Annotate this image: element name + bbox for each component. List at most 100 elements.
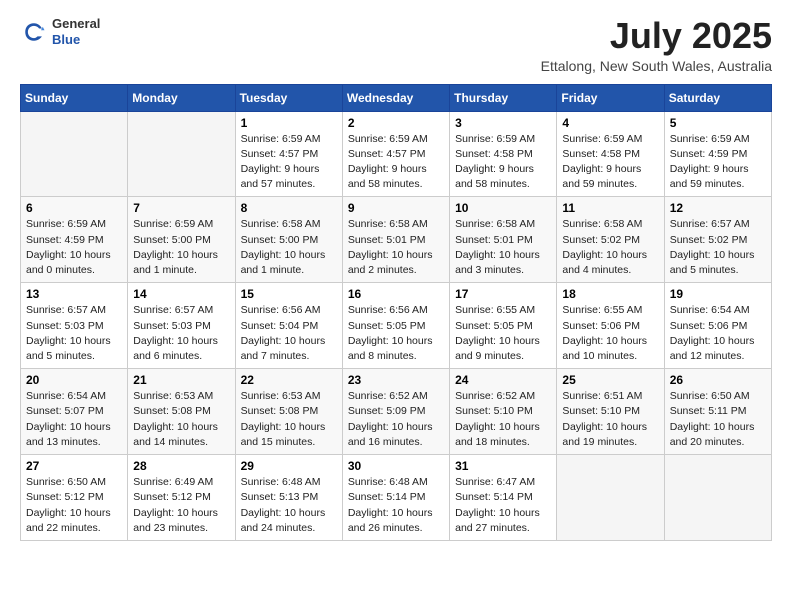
day-number: 18 xyxy=(562,287,658,301)
calendar-cell xyxy=(21,111,128,197)
calendar-cell xyxy=(557,455,664,541)
day-detail: Sunrise: 6:59 AMSunset: 4:57 PMDaylight:… xyxy=(241,132,337,193)
day-detail: Sunrise: 6:55 AMSunset: 5:06 PMDaylight:… xyxy=(562,303,658,364)
day-detail: Sunrise: 6:59 AMSunset: 5:00 PMDaylight:… xyxy=(133,217,229,278)
calendar-cell: 5 Sunrise: 6:59 AMSunset: 4:59 PMDaylight… xyxy=(664,111,771,197)
logo-text: General Blue xyxy=(52,16,100,47)
day-detail: Sunrise: 6:58 AMSunset: 5:01 PMDaylight:… xyxy=(348,217,444,278)
day-detail: Sunrise: 6:51 AMSunset: 5:10 PMDaylight:… xyxy=(562,389,658,450)
day-number: 3 xyxy=(455,116,551,130)
calendar-cell: 13 Sunrise: 6:57 AMSunset: 5:03 PMDayligh… xyxy=(21,283,128,369)
day-detail: Sunrise: 6:48 AMSunset: 5:13 PMDaylight:… xyxy=(241,475,337,536)
calendar-cell: 21 Sunrise: 6:53 AMSunset: 5:08 PMDayligh… xyxy=(128,369,235,455)
day-detail: Sunrise: 6:58 AMSunset: 5:00 PMDaylight:… xyxy=(241,217,337,278)
logo-icon xyxy=(20,18,48,46)
day-detail: Sunrise: 6:49 AMSunset: 5:12 PMDaylight:… xyxy=(133,475,229,536)
calendar-cell: 16 Sunrise: 6:56 AMSunset: 5:05 PMDayligh… xyxy=(342,283,449,369)
calendar-week-row: 6Sunrise: 6:59 AMSunset: 4:59 PMDaylight… xyxy=(21,197,772,283)
day-number: 24 xyxy=(455,373,551,387)
day-detail: Sunrise: 6:53 AMSunset: 5:08 PMDaylight:… xyxy=(133,389,229,450)
logo-blue-text: Blue xyxy=(52,32,100,48)
day-number: 19 xyxy=(670,287,766,301)
calendar-cell: 17 Sunrise: 6:55 AMSunset: 5:05 PMDayligh… xyxy=(450,283,557,369)
day-number: 25 xyxy=(562,373,658,387)
calendar-cell: 1 Sunrise: 6:59 AMSunset: 4:57 PMDaylight… xyxy=(235,111,342,197)
day-number: 9 xyxy=(348,201,444,215)
calendar-cell: 9 Sunrise: 6:58 AMSunset: 5:01 PMDaylight… xyxy=(342,197,449,283)
day-number: 27 xyxy=(26,459,122,473)
calendar-cell: 19 Sunrise: 6:54 AMSunset: 5:06 PMDayligh… xyxy=(664,283,771,369)
calendar-cell: 22 Sunrise: 6:53 AMSunset: 5:08 PMDayligh… xyxy=(235,369,342,455)
day-detail: Sunrise: 6:52 AMSunset: 5:10 PMDaylight:… xyxy=(455,389,551,450)
title-block: July 2025 Ettalong, New South Wales, Aus… xyxy=(541,16,772,74)
calendar-cell: 10 Sunrise: 6:58 AMSunset: 5:01 PMDayligh… xyxy=(450,197,557,283)
calendar-table: SundayMondayTuesdayWednesdayThursdayFrid… xyxy=(20,84,772,541)
column-header-sunday: Sunday xyxy=(21,84,128,111)
calendar-cell: 23 Sunrise: 6:52 AMSunset: 5:09 PMDayligh… xyxy=(342,369,449,455)
column-header-saturday: Saturday xyxy=(664,84,771,111)
calendar-header-row: SundayMondayTuesdayWednesdayThursdayFrid… xyxy=(21,84,772,111)
page-header: General Blue July 2025 Ettalong, New Sou… xyxy=(20,16,772,74)
column-header-thursday: Thursday xyxy=(450,84,557,111)
column-header-monday: Monday xyxy=(128,84,235,111)
day-detail: Sunrise: 6:54 AMSunset: 5:07 PMDaylight:… xyxy=(26,389,122,450)
day-detail: Sunrise: 6:47 AMSunset: 5:14 PMDaylight:… xyxy=(455,475,551,536)
day-number: 10 xyxy=(455,201,551,215)
location-subtitle: Ettalong, New South Wales, Australia xyxy=(541,58,772,74)
day-detail: Sunrise: 6:52 AMSunset: 5:09 PMDaylight:… xyxy=(348,389,444,450)
calendar-cell: 12 Sunrise: 6:57 AMSunset: 5:02 PMDayligh… xyxy=(664,197,771,283)
day-number: 5 xyxy=(670,116,766,130)
day-number: 14 xyxy=(133,287,229,301)
day-detail: Sunrise: 6:59 AMSunset: 4:57 PMDaylight:… xyxy=(348,132,444,193)
day-detail: Sunrise: 6:53 AMSunset: 5:08 PMDaylight:… xyxy=(241,389,337,450)
day-number: 31 xyxy=(455,459,551,473)
day-number: 16 xyxy=(348,287,444,301)
day-number: 22 xyxy=(241,373,337,387)
day-detail: Sunrise: 6:59 AMSunset: 4:59 PMDaylight:… xyxy=(670,132,766,193)
calendar-cell: 25 Sunrise: 6:51 AMSunset: 5:10 PMDayligh… xyxy=(557,369,664,455)
calendar-cell xyxy=(128,111,235,197)
calendar-week-row: 1 Sunrise: 6:59 AMSunset: 4:57 PMDaylight… xyxy=(21,111,772,197)
day-detail: Sunrise: 6:59 AMSunset: 4:59 PMDaylight:… xyxy=(26,217,122,278)
calendar-cell: 28 Sunrise: 6:49 AMSunset: 5:12 PMDayligh… xyxy=(128,455,235,541)
day-number: 20 xyxy=(26,373,122,387)
calendar-week-row: 20 Sunrise: 6:54 AMSunset: 5:07 PMDayligh… xyxy=(21,369,772,455)
column-header-tuesday: Tuesday xyxy=(235,84,342,111)
day-detail: Sunrise: 6:55 AMSunset: 5:05 PMDaylight:… xyxy=(455,303,551,364)
calendar-cell: 20 Sunrise: 6:54 AMSunset: 5:07 PMDayligh… xyxy=(21,369,128,455)
day-number: 21 xyxy=(133,373,229,387)
day-detail: Sunrise: 6:58 AMSunset: 5:01 PMDaylight:… xyxy=(455,217,551,278)
day-number: 8 xyxy=(241,201,337,215)
day-number: 13 xyxy=(26,287,122,301)
column-header-wednesday: Wednesday xyxy=(342,84,449,111)
day-detail: Sunrise: 6:54 AMSunset: 5:06 PMDaylight:… xyxy=(670,303,766,364)
day-number: 12 xyxy=(670,201,766,215)
calendar-week-row: 27Sunrise: 6:50 AMSunset: 5:12 PMDayligh… xyxy=(21,455,772,541)
day-detail: Sunrise: 6:58 AMSunset: 5:02 PMDaylight:… xyxy=(562,217,658,278)
calendar-cell: 3 Sunrise: 6:59 AMSunset: 4:58 PMDaylight… xyxy=(450,111,557,197)
day-number: 1 xyxy=(241,116,337,130)
day-detail: Sunrise: 6:57 AMSunset: 5:03 PMDaylight:… xyxy=(26,303,122,364)
day-number: 17 xyxy=(455,287,551,301)
calendar-week-row: 13 Sunrise: 6:57 AMSunset: 5:03 PMDayligh… xyxy=(21,283,772,369)
day-detail: Sunrise: 6:59 AMSunset: 4:58 PMDaylight:… xyxy=(562,132,658,193)
day-number: 2 xyxy=(348,116,444,130)
calendar-cell: 8 Sunrise: 6:58 AMSunset: 5:00 PMDaylight… xyxy=(235,197,342,283)
day-detail: Sunrise: 6:50 AMSunset: 5:11 PMDaylight:… xyxy=(670,389,766,450)
day-number: 28 xyxy=(133,459,229,473)
day-detail: Sunrise: 6:57 AMSunset: 5:02 PMDaylight:… xyxy=(670,217,766,278)
day-detail: Sunrise: 6:56 AMSunset: 5:05 PMDaylight:… xyxy=(348,303,444,364)
day-detail: Sunrise: 6:56 AMSunset: 5:04 PMDaylight:… xyxy=(241,303,337,364)
calendar-cell: 2 Sunrise: 6:59 AMSunset: 4:57 PMDaylight… xyxy=(342,111,449,197)
day-detail: Sunrise: 6:59 AMSunset: 4:58 PMDaylight:… xyxy=(455,132,551,193)
calendar-cell: 14Sunrise: 6:57 AMSunset: 5:03 PMDayligh… xyxy=(128,283,235,369)
column-header-friday: Friday xyxy=(557,84,664,111)
day-number: 23 xyxy=(348,373,444,387)
day-number: 7 xyxy=(133,201,229,215)
logo-general-text: General xyxy=(52,16,100,32)
calendar-cell: 18 Sunrise: 6:55 AMSunset: 5:06 PMDayligh… xyxy=(557,283,664,369)
day-number: 26 xyxy=(670,373,766,387)
day-number: 29 xyxy=(241,459,337,473)
calendar-cell: 31 Sunrise: 6:47 AMSunset: 5:14 PMDayligh… xyxy=(450,455,557,541)
day-number: 11 xyxy=(562,201,658,215)
